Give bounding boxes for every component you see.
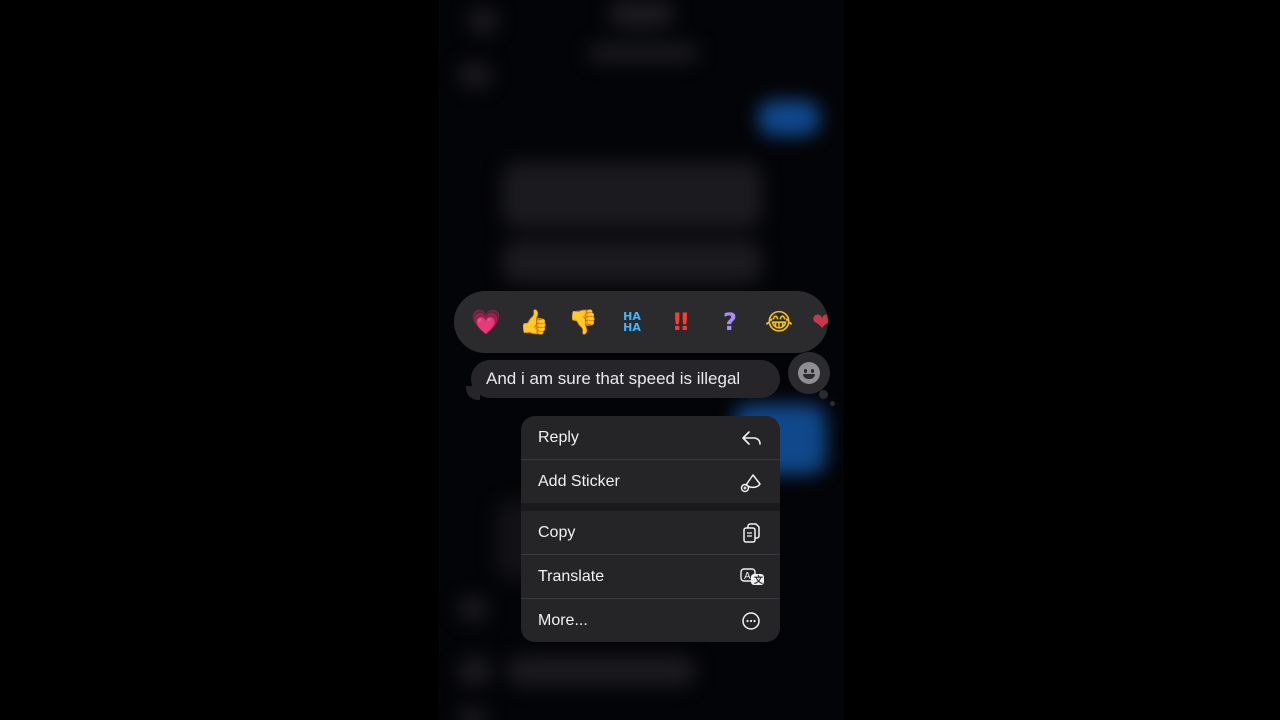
translate-icon: A 文 <box>740 568 764 586</box>
haha-icon[interactable]: HA HA <box>616 306 648 343</box>
pink-heart-icon[interactable]: 💗 <box>470 306 502 338</box>
menu-item-reply[interactable]: Reply <box>521 416 780 459</box>
svg-text:A: A <box>744 571 751 582</box>
menu-group-divider <box>521 503 780 511</box>
emoji-button-tail-dot <box>819 390 828 399</box>
sticker-icon <box>740 474 761 493</box>
thumbs-down-icon[interactable]: 👎 <box>567 306 599 338</box>
copy-icon <box>743 523 760 543</box>
emoji-button-tail-dot-small <box>830 401 835 406</box>
question-mark-icon[interactable]: ? <box>714 306 746 338</box>
tapback-reaction-bar: 💗 👍 👎 HA HA ‼ ? 😂 ❤ <box>454 291 828 353</box>
message-text: And i am sure that speed is illegal <box>486 369 741 388</box>
laughing-face-icon[interactable]: 😂 <box>763 306 795 338</box>
menu-item-more[interactable]: More... <box>521 599 780 642</box>
menu-item-add-sticker[interactable]: Add Sticker <box>521 460 780 503</box>
message-bubble[interactable]: And i am sure that speed is illegal <box>471 360 780 398</box>
thumbs-up-icon[interactable]: 👍 <box>518 306 550 338</box>
context-menu: Reply Add Sticker Copy Translate A 文 Mor… <box>521 416 780 642</box>
menu-item-copy[interactable]: Copy <box>521 511 780 554</box>
svg-text:文: 文 <box>753 574 764 586</box>
menu-item-translate[interactable]: Translate A 文 <box>521 555 780 598</box>
menu-item-label: Translate <box>538 568 605 585</box>
menu-item-label: Reply <box>538 429 579 446</box>
reply-arrow-icon <box>742 431 761 445</box>
menu-item-label: More... <box>538 612 588 629</box>
more-reactions-icon[interactable]: ❤ <box>806 306 828 338</box>
ellipsis-circle-icon <box>742 612 760 630</box>
smiley-face-icon <box>798 362 820 384</box>
emoji-reaction-button[interactable] <box>788 352 830 394</box>
menu-item-label: Add Sticker <box>538 473 620 490</box>
double-exclamation-icon[interactable]: ‼ <box>665 306 697 338</box>
menu-item-label: Copy <box>538 524 576 541</box>
